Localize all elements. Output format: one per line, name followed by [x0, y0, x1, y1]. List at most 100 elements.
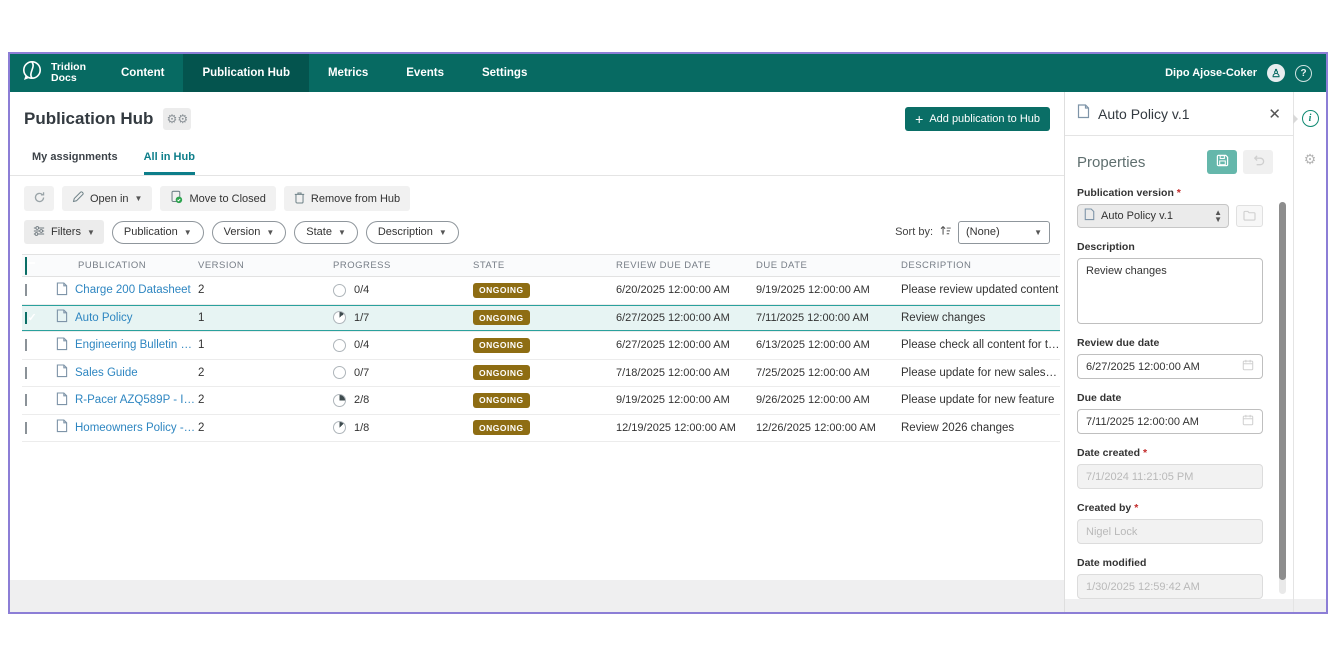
col-header-description[interactable]: DESCRIPTION: [901, 260, 1060, 271]
description-value: Please update for new sales tra...: [901, 367, 1060, 379]
progress-pie-icon: [333, 339, 346, 352]
row-checkbox[interactable]: [25, 422, 27, 434]
open-in-button[interactable]: Open in ▼: [62, 186, 152, 211]
select-all-checkbox[interactable]: [25, 257, 27, 275]
row-checkbox[interactable]: [25, 312, 27, 324]
move-to-closed-button[interactable]: Move to Closed: [160, 186, 275, 211]
row-checkbox[interactable]: [25, 339, 27, 351]
progress-text: 0/4: [354, 284, 369, 296]
nav-right: Dipo Ajose-Coker ♙ ?: [1165, 54, 1326, 92]
save-button[interactable]: [1207, 150, 1237, 174]
col-header-state[interactable]: STATE: [473, 260, 616, 271]
refresh-button[interactable]: [24, 186, 54, 211]
scrollbar-thumb[interactable]: [1279, 202, 1286, 580]
panel-title: Auto Policy v.1: [1098, 106, 1190, 122]
sort-by-select[interactable]: (None) ▼: [958, 221, 1050, 244]
row-checkbox[interactable]: [25, 367, 27, 379]
toolbar: Open in ▼ Move to Closed Remove from Hub: [10, 176, 1064, 211]
nav-item-content[interactable]: Content: [102, 54, 183, 92]
sort-direction-icon[interactable]: [939, 224, 952, 240]
filter-pill-description[interactable]: Description▼: [366, 221, 459, 244]
properties-section-title: Properties: [1077, 154, 1145, 171]
col-header-publication[interactable]: PUBLICATION: [56, 260, 198, 271]
folder-icon: [1243, 209, 1256, 224]
calendar-icon[interactable]: [1242, 359, 1254, 374]
settings-gear-icon[interactable]: ⚙: [1304, 151, 1317, 168]
browse-folder-button[interactable]: [1236, 205, 1263, 227]
publication-link[interactable]: Charge 200 Datasheet: [75, 284, 191, 296]
filter-pill-state[interactable]: State▼: [294, 221, 358, 244]
sort-by-label: Sort by:: [895, 226, 933, 238]
top-navbar: Tridion Docs ContentPublication HubMetri…: [10, 54, 1326, 92]
row-checkbox[interactable]: [25, 394, 27, 406]
trash-icon: [294, 191, 305, 207]
col-header-progress[interactable]: PROGRESS: [333, 260, 473, 271]
progress-text: 1/8: [354, 422, 369, 434]
due-date-input[interactable]: 7/11/2025 12:00:00 AM: [1077, 409, 1263, 434]
doc-icon: [1084, 208, 1095, 224]
state-badge: ONGOING: [473, 393, 530, 408]
tridion-logo-icon: [20, 59, 44, 88]
table-row[interactable]: Auto Policy11/7ONGOING6/27/2025 12:00:00…: [22, 305, 1060, 333]
publication-link[interactable]: Auto Policy: [75, 312, 133, 324]
strip-footer: [1294, 599, 1326, 612]
add-publication-button[interactable]: + Add publication to Hub: [905, 107, 1050, 131]
nav-item-events[interactable]: Events: [387, 54, 463, 92]
nav-item-metrics[interactable]: Metrics: [309, 54, 387, 92]
created-by-input: Nigel Lock: [1077, 519, 1263, 544]
table-row[interactable]: Sales Guide20/7ONGOING7/18/2025 12:00:00…: [22, 360, 1060, 388]
doc-icon: [56, 419, 68, 436]
remove-from-hub-button[interactable]: Remove from Hub: [284, 186, 410, 211]
review-due-date-value: 12/19/2025 12:00:00 AM: [616, 422, 756, 434]
tab-all-in-hub[interactable]: All in Hub: [144, 151, 195, 175]
publication-link[interactable]: Homeowners Policy - Stand...: [75, 422, 198, 434]
undo-icon: [1252, 154, 1265, 170]
date-created-label: Date created: [1077, 447, 1273, 459]
review-due-date-value: 6/20/2025 12:00:00 AM: [616, 284, 756, 296]
publication-link[interactable]: R-Pacer AZQ589P - Instruc...: [75, 394, 198, 406]
description-label: Description: [1077, 241, 1273, 253]
col-header-version[interactable]: VERSION: [198, 260, 333, 271]
table-row[interactable]: Engineering Bulletin a0008...10/4ONGOING…: [22, 332, 1060, 360]
app-logo[interactable]: Tridion Docs: [10, 54, 102, 92]
filters-button[interactable]: Filters ▼: [24, 220, 104, 244]
filter-pill-version[interactable]: Version▼: [212, 221, 287, 244]
progress-pie-icon: [333, 311, 346, 324]
state-badge: ONGOING: [473, 310, 530, 325]
progress-pie-icon: [333, 394, 346, 407]
publication-version-select[interactable]: Auto Policy v.1 ▲▼: [1077, 204, 1229, 228]
table-row[interactable]: R-Pacer AZQ589P - Instruc...22/8ONGOING9…: [22, 387, 1060, 415]
table-header-row: PUBLICATION VERSION PROGRESS STATE REVIE…: [22, 254, 1060, 277]
row-checkbox[interactable]: [25, 284, 27, 296]
undo-button[interactable]: [1243, 150, 1273, 174]
description-value: Review changes: [901, 312, 1060, 324]
pencil-icon: [72, 191, 84, 206]
user-name: Dipo Ajose-Coker: [1165, 67, 1257, 79]
calendar-icon[interactable]: [1242, 414, 1254, 429]
due-date-label: Due date: [1077, 392, 1273, 404]
col-header-review-due-date[interactable]: REVIEW DUE DATE: [616, 260, 756, 271]
table-row[interactable]: Homeowners Policy - Stand...21/8ONGOING1…: [22, 415, 1060, 443]
tab-my-assignments[interactable]: My assignments: [32, 151, 118, 175]
publication-link[interactable]: Engineering Bulletin a0008...: [75, 339, 198, 351]
review-due-date-input[interactable]: 6/27/2025 12:00:00 AM: [1077, 354, 1263, 379]
close-panel-button[interactable]: ✕: [1268, 105, 1281, 123]
date-created-input: 7/1/2024 11:21:05 PM: [1077, 464, 1263, 489]
chevron-down-icon: ▼: [338, 228, 346, 237]
description-textarea[interactable]: Review changes: [1077, 258, 1263, 324]
state-badge: ONGOING: [473, 365, 530, 380]
date-modified-label: Date modified: [1077, 557, 1273, 569]
nav-item-settings[interactable]: Settings: [463, 54, 546, 92]
help-icon[interactable]: ?: [1295, 65, 1312, 82]
info-icon[interactable]: i: [1302, 110, 1319, 127]
due-date-value: 9/26/2025 12:00:00 AM: [756, 394, 901, 406]
main-footer-strip: [10, 580, 1064, 612]
filter-pill-publication[interactable]: Publication▼: [112, 221, 204, 244]
nav-item-publication-hub[interactable]: Publication Hub: [183, 54, 309, 92]
col-header-due-date[interactable]: DUE DATE: [756, 260, 901, 271]
publication-link[interactable]: Sales Guide: [75, 367, 138, 379]
hub-settings-button[interactable]: ⚙⚙: [163, 108, 191, 130]
user-avatar[interactable]: ♙: [1267, 64, 1285, 82]
table-row[interactable]: Charge 200 Datasheet20/4ONGOING6/20/2025…: [22, 277, 1060, 305]
chevron-down-icon: ▼: [266, 228, 274, 237]
